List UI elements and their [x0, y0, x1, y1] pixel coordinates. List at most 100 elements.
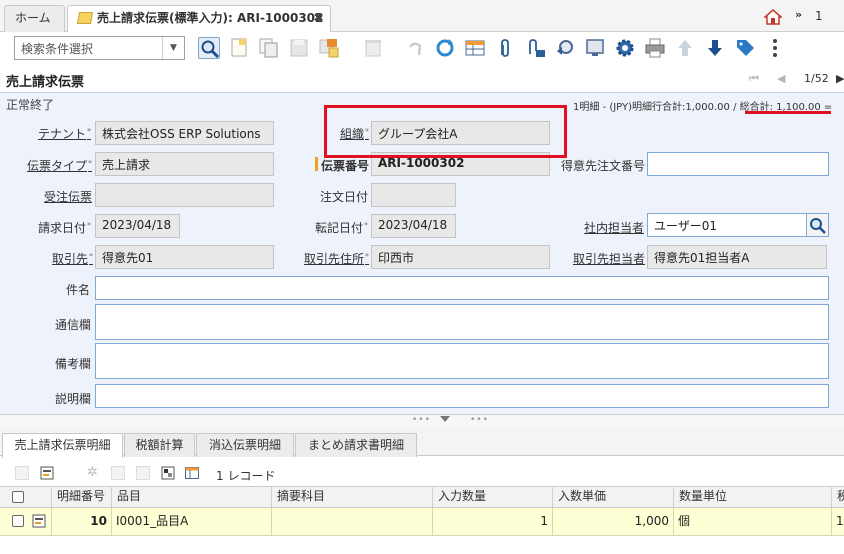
description-textarea[interactable]	[95, 384, 829, 408]
row-edit-icon[interactable]	[32, 514, 47, 528]
org-highlight-frame	[324, 105, 567, 158]
grid-toggle-button[interactable]	[464, 37, 486, 59]
partner-location-field: 印西市	[371, 245, 550, 269]
search-query-select[interactable]: 検索条件選択 ▼	[14, 36, 185, 60]
collapse-arrow-icon[interactable]	[440, 416, 450, 422]
partner-contact-label[interactable]: 取引先担当者	[573, 250, 645, 267]
cell-qty[interactable]: 1	[432, 508, 552, 536]
doc-type-field: 売上請求	[95, 152, 274, 176]
grid-icon	[465, 40, 485, 56]
order-doc-label[interactable]: 受注伝票	[44, 188, 92, 205]
tab-sales-invoice[interactable]: 売上請求伝票(標準入力): ARI-1000302 ✖	[67, 5, 331, 33]
invoice-date-field: 2023/04/18	[95, 214, 180, 238]
process-button[interactable]	[614, 37, 636, 59]
detail-customize-icon[interactable]	[161, 466, 175, 480]
tab-allocations[interactable]: 消込伝票明細	[196, 433, 294, 457]
parent-record-button[interactable]	[674, 37, 696, 59]
tags-icon	[737, 40, 754, 56]
copy-record-button[interactable]	[258, 37, 280, 59]
row-select-checkbox[interactable]	[12, 515, 24, 527]
splitter-grip: •••	[412, 415, 431, 425]
next-record-icon[interactable]: ▶	[836, 72, 844, 85]
sales-rep-field[interactable]: ユーザー01	[647, 213, 807, 237]
order-date-field	[371, 183, 456, 207]
tab-home[interactable]: ホーム	[4, 5, 65, 32]
customer-po-field[interactable]	[647, 152, 829, 176]
column-header[interactable]: 品目	[111, 486, 271, 508]
printer-icon	[645, 38, 665, 58]
arrow-up-icon	[678, 40, 692, 56]
column-header[interactable]: 税	[831, 486, 844, 508]
product-info-button[interactable]	[734, 37, 756, 59]
column-header[interactable]: 明細番号	[51, 486, 111, 508]
attach-upload-icon	[529, 39, 545, 57]
arrow-down-icon	[708, 40, 722, 56]
partner-label[interactable]: 取引先*	[52, 250, 93, 267]
close-tab-icon[interactable]: ✖	[313, 6, 324, 31]
sales-rep-lookup-button[interactable]	[806, 213, 829, 237]
detail-save-icon[interactable]	[136, 466, 150, 480]
tab-consolidated-invoice[interactable]: まとめ請求書明細	[295, 433, 417, 457]
cell-price[interactable]: 1,000	[552, 508, 673, 536]
description-label: 説明欄	[55, 392, 92, 406]
record-count: 1 レコード	[216, 469, 276, 483]
home-icon[interactable]	[764, 9, 782, 25]
report-button[interactable]	[584, 37, 606, 59]
tab-doc-label: 売上請求伝票(標準入力): ARI-1000302	[97, 11, 324, 25]
order-doc-field	[95, 183, 274, 207]
cell-tax[interactable]: 10	[831, 508, 844, 536]
chevron-down-icon[interactable]: ▼	[162, 37, 184, 59]
doc-type-label[interactable]: 伝票タイプ*	[27, 157, 92, 174]
subject-field[interactable]	[95, 276, 829, 300]
column-header[interactable]: 入数単価	[552, 486, 673, 508]
delete-icon	[365, 40, 381, 57]
save-icon	[290, 39, 308, 57]
sales-rep-label[interactable]: 社内担当者	[584, 219, 644, 236]
search-query-placeholder: 検索条件選択	[21, 42, 94, 56]
undo-icon	[408, 42, 422, 56]
select-all-checkbox[interactable]	[12, 491, 24, 503]
column-header[interactable]: 摘要科目	[271, 486, 432, 508]
cell-charge[interactable]	[271, 508, 432, 536]
zoom-across-button[interactable]	[554, 37, 576, 59]
detail-process-icon[interactable]: ✲	[87, 466, 101, 480]
memo-textarea[interactable]	[95, 343, 829, 379]
refresh-button[interactable]	[434, 37, 456, 59]
invoice-date-label: 請求日付*	[38, 221, 92, 235]
memo-label: 備考欄	[55, 357, 92, 371]
comm-textarea[interactable]	[95, 304, 829, 340]
find-button[interactable]	[198, 37, 220, 59]
attachment-button[interactable]	[494, 37, 516, 59]
delete-button[interactable]	[362, 37, 384, 59]
undo-button[interactable]	[404, 37, 426, 59]
cell-uom[interactable]: 個	[673, 508, 831, 536]
tab-overflow-count: 1	[815, 9, 823, 23]
partner-location-label[interactable]: 取引先住所*	[304, 250, 369, 267]
detail-new-icon[interactable]	[15, 466, 29, 480]
detail-edit-icon[interactable]	[40, 466, 54, 480]
order-date-label: 注文日付	[320, 190, 369, 204]
detail-delete-icon[interactable]	[111, 466, 125, 480]
column-header[interactable]: 入力数量	[432, 486, 552, 508]
print-button[interactable]	[644, 37, 666, 59]
save-button[interactable]	[288, 37, 310, 59]
tab-overflow-icon[interactable]: »	[795, 8, 802, 21]
tenant-label[interactable]: テナント*	[38, 125, 91, 142]
detail-grid-icon[interactable]	[185, 466, 199, 480]
attachment-upload-button[interactable]	[524, 37, 546, 59]
column-header[interactable]: 数量単位	[673, 486, 831, 508]
tab-tax[interactable]: 税額計算	[124, 433, 195, 457]
save-and-new-button[interactable]	[318, 37, 340, 59]
search-icon	[201, 40, 220, 59]
tenant-field: 株式会社OSS ERP Solutions	[95, 121, 274, 145]
cell-line-no[interactable]: 10	[51, 508, 111, 536]
more-options-button[interactable]	[764, 37, 786, 59]
copy-icon	[259, 38, 278, 58]
panel-splitter[interactable]: ••• •••	[0, 414, 844, 426]
tab-invoice-lines[interactable]: 売上請求伝票明細	[2, 433, 123, 458]
previous-record-icon[interactable]: ◀	[777, 72, 785, 85]
detail-record-button[interactable]	[704, 37, 726, 59]
first-record-icon[interactable]: ⏮	[749, 72, 759, 86]
cell-product[interactable]: I0001_品目A	[111, 508, 271, 536]
new-record-button[interactable]	[228, 37, 250, 59]
